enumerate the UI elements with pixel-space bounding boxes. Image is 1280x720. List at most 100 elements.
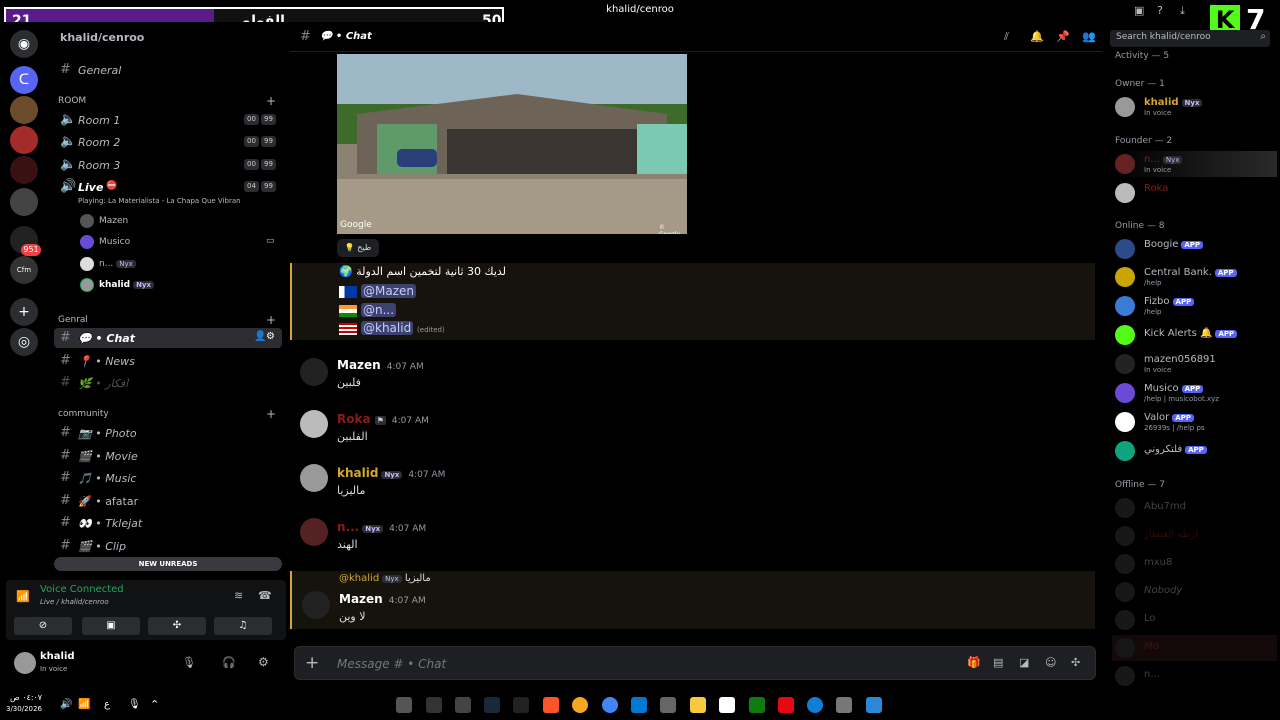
server-icon-7[interactable]: Cfm <box>10 256 38 284</box>
voice-room-live[interactable]: 🔊 Live ⛔ 04 99 <box>54 177 282 197</box>
app-icon-10[interactable] <box>660 697 676 713</box>
add-channel-icon[interactable]: + <box>266 313 276 327</box>
threads-icon[interactable]: ⫽ <box>1004 30 1009 44</box>
download-icon[interactable]: ⤓ <box>1180 4 1185 18</box>
pin-icon[interactable]: 📌 <box>1056 30 1070 43</box>
add-channel-icon[interactable]: + <box>266 94 276 108</box>
member-item[interactable]: n... Nyx In voice <box>1112 151 1277 177</box>
clock-date[interactable]: 3/30/2026 <box>6 705 42 713</box>
reaction-button[interactable]: 💡 طيح <box>337 239 379 257</box>
channel-clip[interactable]: # 🎬 • Clip <box>54 536 282 556</box>
gif-icon[interactable]: ▤ <box>993 656 1003 669</box>
upload-plus-icon[interactable]: + <box>305 653 319 673</box>
member-item[interactable]: Roka <box>1112 180 1277 206</box>
avatar[interactable] <box>300 410 328 438</box>
wifi-icon[interactable]: 📶 <box>78 699 90 710</box>
add-server-icon[interactable]: + <box>10 298 38 326</box>
server-icon-2[interactable] <box>10 96 38 124</box>
mention[interactable]: @khalid <box>361 321 414 335</box>
server-icon-3[interactable] <box>10 126 38 154</box>
channel-chat[interactable]: # 💬 • Chat 👤 ⚙ <box>54 328 282 348</box>
mention[interactable]: @n... <box>361 303 397 317</box>
member-item[interactable]: Lo <box>1112 607 1277 633</box>
chrome-icon[interactable] <box>602 697 618 713</box>
app-icon-5[interactable] <box>513 697 529 713</box>
activities-button[interactable]: ✣ <box>148 617 206 635</box>
inbox-icon[interactable]: ▣ <box>1134 4 1144 17</box>
category-room[interactable]: ROOM <box>58 96 86 106</box>
headphones-icon[interactable]: 🎧 <box>222 656 236 669</box>
xbox-icon[interactable] <box>749 697 765 713</box>
member-item[interactable]: فلتكروني APP <box>1112 438 1277 464</box>
server-icon-5[interactable] <box>10 188 38 216</box>
noise-suppression-icon[interactable]: ≋ <box>234 589 243 602</box>
category-community[interactable]: community <box>58 409 109 419</box>
member-item[interactable]: Boogie APP <box>1112 236 1277 262</box>
signal-icon[interactable]: 📶 <box>16 590 30 603</box>
member-item[interactable]: Valor APP 26939s | /help ps <box>1112 409 1277 435</box>
camera-off-button[interactable]: ⊘ <box>14 617 72 635</box>
edge-icon[interactable] <box>807 697 823 713</box>
discord-taskbar-icon[interactable] <box>572 697 588 713</box>
discord-home-icon[interactable]: ◉ <box>10 30 38 58</box>
voice-room-1[interactable]: 🔈 Room 1 00 99 <box>54 110 282 130</box>
microphone-icon[interactable]: 🎙 <box>182 656 196 669</box>
voice-room-2[interactable]: 🔈 Room 2 00 99 <box>54 132 282 152</box>
brave-icon[interactable] <box>543 697 559 713</box>
message-author[interactable]: n... Nyx 4:07 AM <box>337 520 426 534</box>
steam-icon[interactable] <box>484 697 500 713</box>
avatar[interactable] <box>300 518 328 546</box>
members-icon[interactable]: 👥 <box>1082 30 1096 43</box>
voice-room-3[interactable]: 🔈 Room 3 00 99 <box>54 155 282 175</box>
app-icon-3[interactable] <box>455 697 471 713</box>
member-item[interactable]: mxu8 <box>1112 551 1277 577</box>
member-item[interactable]: Central Bank. APP /help <box>1112 264 1277 290</box>
settings-icon[interactable] <box>836 697 852 713</box>
clock-time[interactable]: ٠٤:٠٧ ص <box>10 693 42 702</box>
message-input[interactable] <box>337 654 937 674</box>
chevron-up-icon[interactable]: ⌃ <box>150 698 159 711</box>
add-channel-icon[interactable]: + <box>266 407 276 421</box>
avatar[interactable] <box>14 652 36 674</box>
message-author[interactable]: khalid Nyx 4:07 AM <box>337 466 445 480</box>
gear-icon[interactable]: ⚙ <box>258 655 269 669</box>
member-item[interactable]: Abu7md <box>1112 495 1277 521</box>
app-icon-1[interactable] <box>396 697 412 713</box>
avatar[interactable] <box>300 358 328 386</box>
message-author[interactable]: Mazen 4:07 AM <box>339 592 426 606</box>
invite-icon[interactable]: 👤 <box>254 331 266 342</box>
reply-reference[interactable]: @khalid Nyx ماليزيا <box>339 573 431 584</box>
screen-share-button[interactable]: ▣ <box>82 617 140 635</box>
apps-icon[interactable]: ✣ <box>1071 656 1080 669</box>
photos-icon[interactable] <box>631 697 647 713</box>
gift-icon[interactable]: 🎁 <box>967 656 981 669</box>
store-icon[interactable] <box>719 697 735 713</box>
emoji-icon[interactable]: ☺ <box>1045 656 1056 669</box>
member-item[interactable]: Mo <box>1112 635 1277 661</box>
message-author[interactable]: Mazen 4:07 AM <box>337 358 424 372</box>
channel-general[interactable]: # General <box>54 60 282 80</box>
member-item[interactable]: ارطه الفنظار <box>1112 523 1277 549</box>
windows-start-icon[interactable] <box>866 697 882 713</box>
server-icon-4[interactable] <box>10 156 38 184</box>
channel-afatar[interactable]: # 🚀 • afatar <box>54 491 282 511</box>
sticker-icon[interactable]: ◪ <box>1019 656 1029 669</box>
disconnect-icon[interactable]: ☎ <box>258 589 272 602</box>
language-indicator[interactable]: ع <box>104 699 110 710</box>
member-item[interactable]: n... <box>1112 663 1277 689</box>
member-item[interactable]: Musico APP /help | musicobot.xyz <box>1112 380 1277 406</box>
member-item[interactable]: Fizbo APP /help <box>1112 293 1277 319</box>
help-icon[interactable]: ? <box>1157 4 1163 17</box>
channel-photo[interactable]: # 📷 • Photo <box>54 423 282 443</box>
avatar[interactable] <box>302 591 330 619</box>
file-explorer-icon[interactable] <box>690 697 706 713</box>
app-icon-2[interactable] <box>426 697 442 713</box>
member-item[interactable]: mazen056891 In voice <box>1112 351 1277 377</box>
avatar[interactable] <box>300 464 328 492</box>
soundboard-button[interactable]: ♫ <box>214 617 272 635</box>
discover-icon[interactable]: ◎ <box>10 328 38 356</box>
channel-movie[interactable]: # 🎬 • Movie <box>54 446 282 466</box>
server-name[interactable]: khalid/cenroo <box>60 31 144 44</box>
bell-icon[interactable]: 🔔 <box>1030 30 1044 43</box>
member-item[interactable]: Kick Alerts 🔔 APP <box>1112 322 1277 348</box>
